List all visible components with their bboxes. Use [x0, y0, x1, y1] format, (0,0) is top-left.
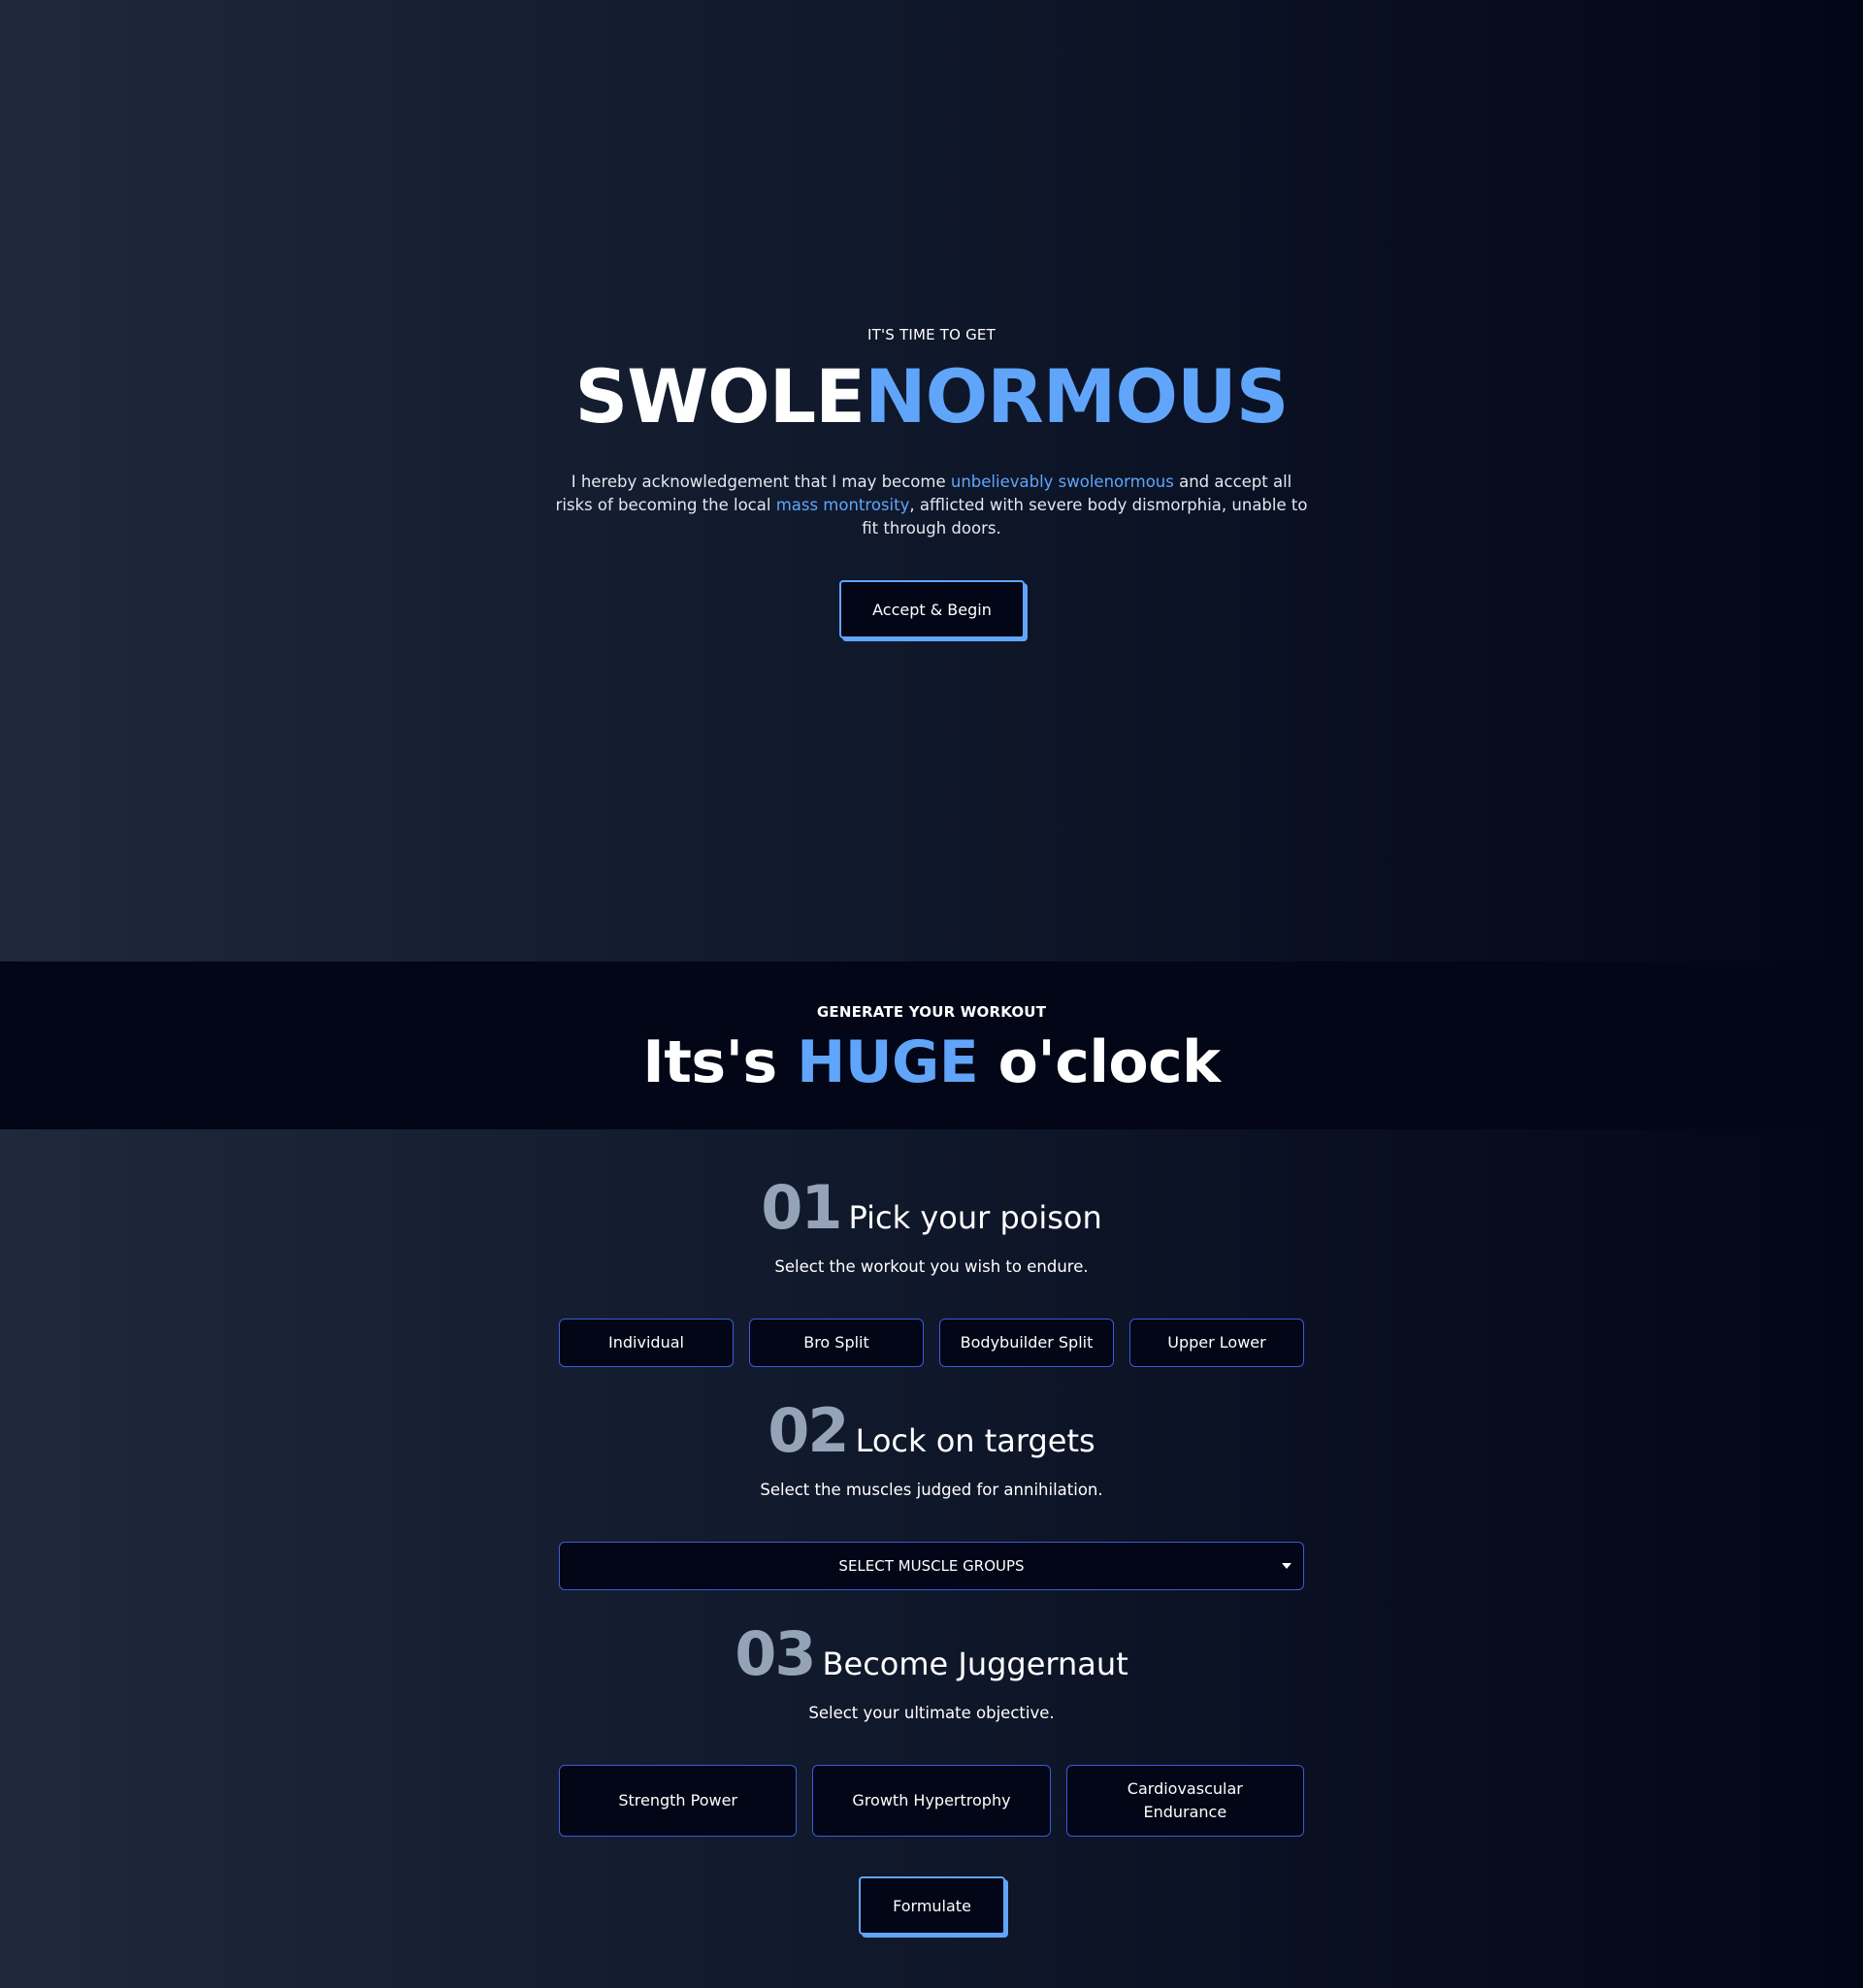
option-strength-power[interactable]: Strength Power — [559, 1765, 798, 1837]
banner-eyebrow: GENERATE YOUR WORKOUT — [816, 1003, 1047, 1021]
banner-title-part2: HUGE — [797, 1028, 979, 1096]
hero-desc-text-1: I hereby acknowledgement that I may beco… — [571, 473, 951, 491]
banner-title-part3: o'clock — [978, 1028, 1221, 1096]
workout-generator: 01 Pick your poison Select the workout y… — [0, 1129, 1863, 1988]
formulate-button[interactable]: Formulate — [859, 1876, 1005, 1935]
step-3-heading: 03 Become Juggernaut — [0, 1618, 1863, 1689]
objective-options: Strength Power Growth Hypertrophy Cardio… — [559, 1765, 1304, 1837]
workout-split-options: Individual Bro Split Bodybuilder Split U… — [559, 1319, 1304, 1367]
banner-title-part1: Its's — [642, 1028, 798, 1096]
option-upper-lower[interactable]: Upper Lower — [1129, 1319, 1304, 1367]
option-individual[interactable]: Individual — [559, 1319, 734, 1367]
hero-title-part1: SWOLE — [574, 353, 866, 440]
step-2-heading: 02 Lock on targets — [0, 1395, 1863, 1466]
option-bro-split[interactable]: Bro Split — [749, 1319, 924, 1367]
muscle-groups-select[interactable]: SELECT MUSCLE GROUPS — [559, 1542, 1304, 1590]
step-3-number: 03 — [735, 1618, 816, 1689]
step-2-description: Select the muscles judged for annihilati… — [760, 1481, 1103, 1499]
hero-description: I hereby acknowledgement that I may beco… — [553, 471, 1310, 540]
generate-banner: GENERATE YOUR WORKOUT Its's HUGE o'clock — [0, 961, 1863, 1129]
caret-down-icon — [1282, 1563, 1291, 1569]
step-1-number: 01 — [761, 1172, 842, 1243]
step-2-number: 02 — [768, 1395, 849, 1466]
step-1-title: Pick your poison — [848, 1199, 1102, 1236]
step-3-title: Become Juggernaut — [822, 1646, 1128, 1682]
hero-desc-highlight-1: unbelievably swolenormous — [950, 473, 1174, 491]
hero-eyebrow: IT'S TIME TO GET — [867, 326, 996, 343]
step-1-heading: 01 Pick your poison — [0, 1172, 1863, 1243]
hero-desc-highlight-2: mass montrosity — [775, 496, 910, 514]
option-bodybuilder-split[interactable]: Bodybuilder Split — [939, 1319, 1114, 1367]
step-2-title: Lock on targets — [855, 1422, 1095, 1459]
hero-title-part2: NORMOUS — [865, 353, 1289, 440]
banner-title: Its's HUGE o'clock — [0, 1024, 1863, 1101]
accept-begin-button[interactable]: Accept & Begin — [839, 580, 1025, 638]
hero-title: SWOLENORMOUS — [0, 353, 1863, 440]
hero-desc-text-3: , afflicted with severe body dismorphia,… — [862, 496, 1308, 538]
muscle-groups-select-label: SELECT MUSCLE GROUPS — [838, 1557, 1025, 1575]
option-cardiovascular-endurance[interactable]: Cardiovascular Endurance — [1065, 1765, 1304, 1837]
option-growth-hypertrophy[interactable]: Growth Hypertrophy — [812, 1765, 1051, 1837]
hero-section: IT'S TIME TO GET SWOLENORMOUS I hereby a… — [0, 0, 1863, 961]
step-3-description: Select your ultimate objective. — [808, 1704, 1055, 1722]
step-1-description: Select the workout you wish to endure. — [774, 1257, 1089, 1276]
